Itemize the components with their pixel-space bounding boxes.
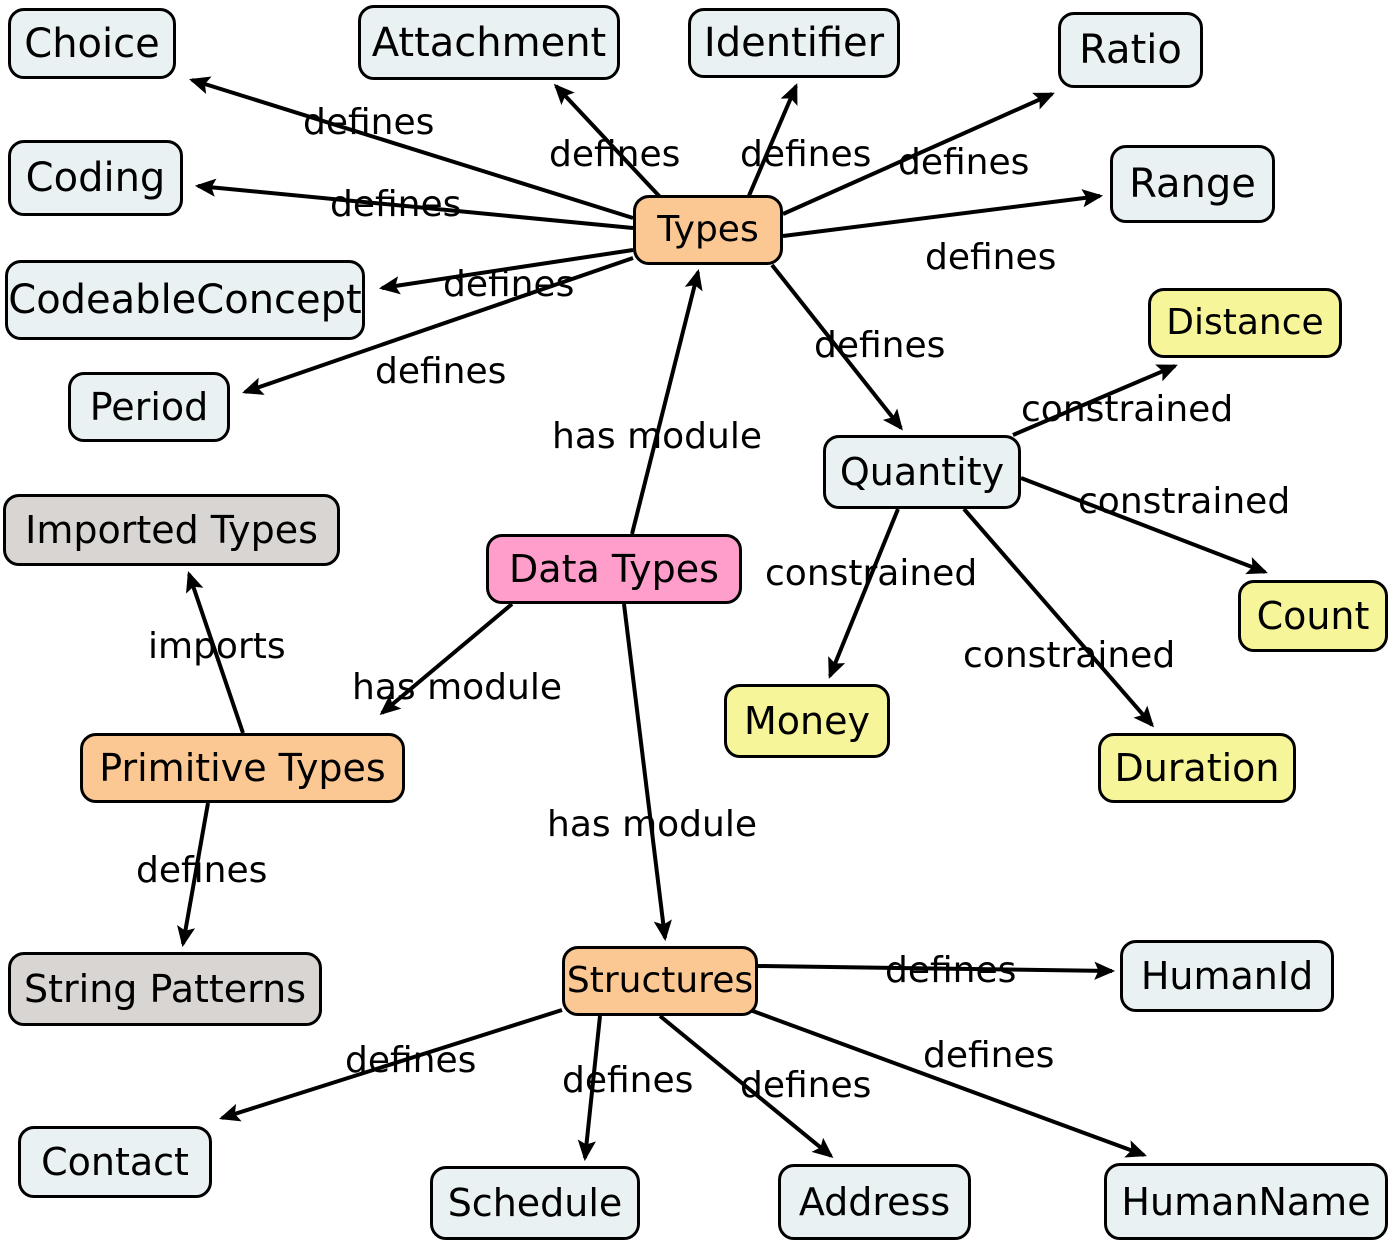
node-money[interactable]: Money	[724, 684, 890, 758]
node-schedule[interactable]: Schedule	[430, 1166, 640, 1240]
node-primitive_types[interactable]: Primitive Types	[80, 733, 405, 803]
edge-label-quantity-money: constrained	[765, 553, 978, 594]
edge-label-types-range: defines	[925, 237, 1057, 278]
node-humanname[interactable]: HumanName	[1104, 1163, 1388, 1240]
node-ratio[interactable]: Ratio	[1058, 12, 1203, 88]
edge-label-types-ratio: defines	[898, 142, 1030, 183]
edge-label-types-quantity: defines	[814, 325, 946, 366]
edge-label-structures-humanid: defines	[885, 950, 1017, 991]
node-attachment[interactable]: Attachment	[358, 5, 620, 80]
edge-label-types-choice: defines	[303, 102, 435, 143]
node-identifier[interactable]: Identifier	[688, 8, 900, 78]
edge-label-primitive_types-imported_types: imports	[148, 626, 286, 667]
node-count[interactable]: Count	[1238, 580, 1388, 652]
node-structures[interactable]: Structures	[562, 946, 758, 1016]
edge-label-data_types-types: has module	[552, 416, 762, 457]
node-choice[interactable]: Choice	[8, 8, 176, 79]
node-duration[interactable]: Duration	[1098, 733, 1296, 803]
edge-data_types-to-structures	[622, 603, 672, 942]
edge-quantity-to-duration	[962, 507, 1155, 728]
edge-label-quantity-distance: constrained	[1021, 389, 1234, 430]
node-distance[interactable]: Distance	[1148, 288, 1342, 358]
node-contact[interactable]: Contact	[18, 1126, 212, 1198]
node-types[interactable]: Types	[633, 195, 783, 265]
node-coding[interactable]: Coding	[8, 140, 183, 216]
node-period[interactable]: Period	[68, 372, 230, 442]
node-address[interactable]: Address	[778, 1164, 971, 1240]
edge-label-types-identifier: defines	[740, 134, 872, 175]
node-data_types[interactable]: Data Types	[486, 534, 742, 604]
node-string_patterns[interactable]: String Patterns	[8, 952, 322, 1026]
edge-label-structures-humanname: defines	[923, 1035, 1055, 1076]
edge-label-types-coding: defines	[330, 184, 462, 225]
edge-label-types-codeableconcept: defines	[443, 264, 575, 305]
edge-label-structures-address: defines	[740, 1065, 872, 1106]
edge-label-types-attachment: defines	[549, 134, 681, 175]
edge-label-quantity-duration: constrained	[963, 635, 1176, 676]
node-codeableconcept[interactable]: CodeableConcept	[5, 260, 365, 340]
edge-label-structures-contact: defines	[345, 1040, 477, 1081]
node-range[interactable]: Range	[1110, 145, 1275, 223]
node-imported_types[interactable]: Imported Types	[3, 494, 340, 566]
edge-label-data_types-primitive_types: has module	[352, 667, 562, 708]
edge-label-types-period: defines	[375, 351, 507, 392]
node-quantity[interactable]: Quantity	[823, 435, 1021, 509]
edge-label-data_types-structures: has module	[547, 804, 757, 845]
edge-label-structures-schedule: defines	[562, 1060, 694, 1101]
edge-label-quantity-count: constrained	[1078, 481, 1291, 522]
node-humanid[interactable]: HumanId	[1120, 940, 1334, 1012]
concept-map-canvas: defines defines defines defines defines defin…	[0, 0, 1394, 1240]
edge-data_types-to-types	[630, 268, 703, 535]
edge-label-primitive_types-string_patterns: defines	[136, 850, 268, 891]
edge-types-to-range	[782, 189, 1104, 238]
